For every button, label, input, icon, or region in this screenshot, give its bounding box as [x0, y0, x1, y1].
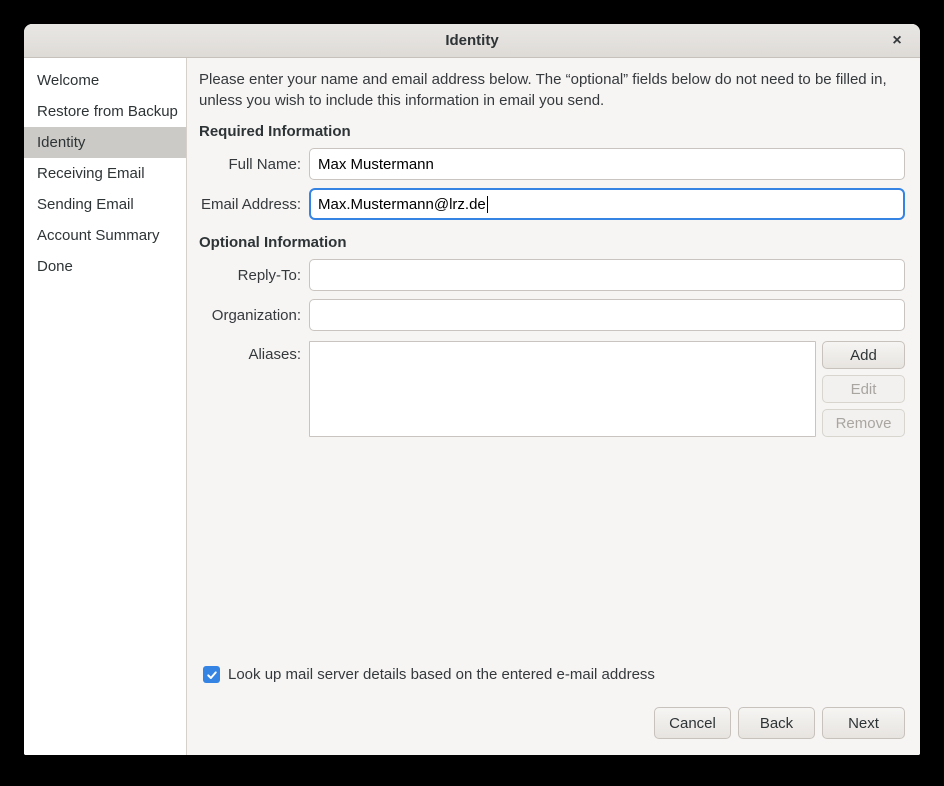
lookup-checkbox[interactable] [203, 666, 220, 683]
titlebar[interactable]: Identity × [24, 24, 920, 58]
aliases-row: Aliases: Add Edit Remove [199, 341, 905, 437]
wizard-steps-sidebar: Welcome Restore from Backup Identity Rec… [24, 58, 187, 755]
sidebar-item-sending-email[interactable]: Sending Email [24, 189, 186, 220]
dialog-body: Welcome Restore from Backup Identity Rec… [24, 58, 920, 755]
checkmark-icon [206, 669, 218, 681]
organization-label: Organization: [199, 307, 309, 324]
optional-information-heading: Optional Information [199, 234, 905, 251]
organization-row: Organization: [199, 299, 905, 331]
reply-to-label: Reply-To: [199, 267, 309, 284]
aliases-label: Aliases: [199, 341, 309, 363]
sidebar-item-welcome[interactable]: Welcome [24, 65, 186, 96]
email-address-input[interactable]: Max.Mustermann@lrz.de [309, 188, 905, 220]
next-button[interactable]: Next [822, 707, 905, 739]
footer-button-bar: Cancel Back Next [199, 707, 905, 739]
cancel-button[interactable]: Cancel [654, 707, 731, 739]
reply-to-row: Reply-To: [199, 259, 905, 291]
reply-to-input[interactable] [309, 259, 905, 291]
close-icon[interactable]: × [884, 24, 910, 57]
required-information-heading: Required Information [199, 123, 905, 140]
sidebar-item-receiving-email[interactable]: Receiving Email [24, 158, 186, 189]
aliases-buttons: Add Edit Remove [822, 341, 905, 437]
lookup-checkbox-row[interactable]: Look up mail server details based on the… [203, 666, 905, 683]
email-address-row: Email Address: Max.Mustermann@lrz.de [199, 188, 905, 220]
text-caret [487, 196, 488, 213]
sidebar-item-identity[interactable]: Identity [24, 127, 186, 158]
back-button[interactable]: Back [738, 707, 815, 739]
aliases-list[interactable] [309, 341, 816, 437]
organization-input[interactable] [309, 299, 905, 331]
edit-alias-button: Edit [822, 375, 905, 403]
add-alias-button[interactable]: Add [822, 341, 905, 369]
window-title: Identity [445, 32, 498, 49]
remove-alias-button: Remove [822, 409, 905, 437]
full-name-label: Full Name: [199, 156, 309, 173]
identity-wizard-dialog: Identity × Welcome Restore from Backup I… [24, 24, 920, 755]
email-address-value: Max.Mustermann@lrz.de [318, 196, 486, 213]
full-name-input[interactable] [309, 148, 905, 180]
flex-spacer [199, 437, 905, 666]
intro-text: Please enter your name and email address… [199, 70, 905, 111]
email-address-label: Email Address: [199, 196, 309, 213]
lookup-checkbox-label: Look up mail server details based on the… [228, 666, 655, 683]
sidebar-item-account-summary[interactable]: Account Summary [24, 220, 186, 251]
sidebar-item-done[interactable]: Done [24, 251, 186, 282]
full-name-row: Full Name: [199, 148, 905, 180]
sidebar-item-restore-from-backup[interactable]: Restore from Backup [24, 96, 186, 127]
identity-page: Please enter your name and email address… [187, 58, 920, 755]
